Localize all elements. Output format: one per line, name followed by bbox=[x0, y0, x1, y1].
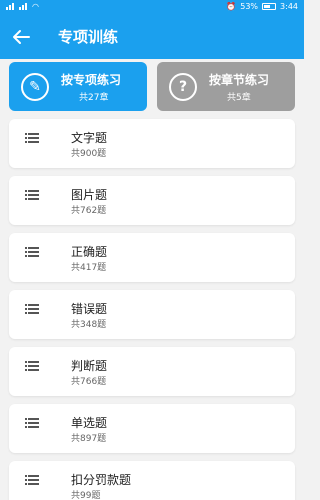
wifi-icon: ◠ bbox=[32, 2, 39, 11]
list-icon bbox=[25, 304, 39, 314]
signal-indicators: ◠ bbox=[6, 2, 39, 11]
list-item[interactable]: 正确题 共417题 bbox=[9, 233, 295, 282]
item-title: 判断题 bbox=[71, 359, 108, 373]
item-title: 错误题 bbox=[71, 302, 108, 316]
list-item[interactable]: 单选题 共897题 bbox=[9, 404, 295, 453]
list-item[interactable]: 文字题 共900题 bbox=[9, 119, 295, 168]
list-item[interactable]: 错误题 共348题 bbox=[9, 290, 295, 339]
item-count: 共417题 bbox=[71, 263, 107, 273]
item-title: 正确题 bbox=[71, 245, 108, 259]
status-right: ⏰ 53% 3:44 bbox=[226, 2, 298, 11]
practice-by-topic-button[interactable]: ✎ 按专项练习 共27章 bbox=[9, 62, 147, 111]
item-count: 共766题 bbox=[71, 377, 107, 387]
mode-label: 按章节练习 bbox=[209, 73, 270, 87]
list-icon bbox=[25, 361, 39, 371]
status-bar: ◠ ⏰ 53% 3:44 bbox=[0, 0, 304, 14]
list-item[interactable]: 扣分罚款题 共99题 bbox=[9, 461, 295, 500]
list-icon bbox=[25, 475, 39, 485]
back-arrow-icon[interactable] bbox=[10, 26, 32, 48]
question-circle-icon: ? bbox=[169, 73, 197, 101]
mode-label: 按专项练习 bbox=[61, 73, 122, 87]
clock: 3:44 bbox=[280, 2, 298, 11]
item-count: 共762题 bbox=[71, 206, 107, 216]
item-title: 单选题 bbox=[71, 416, 108, 430]
list-item[interactable]: 判断题 共766题 bbox=[9, 347, 295, 396]
signal-icon bbox=[6, 2, 16, 10]
battery-icon bbox=[262, 3, 277, 10]
item-title: 扣分罚款题 bbox=[71, 473, 132, 487]
list-icon bbox=[25, 247, 39, 257]
item-title: 文字题 bbox=[71, 131, 108, 145]
item-count: 共897题 bbox=[71, 434, 107, 444]
app-bar: 专项训练 bbox=[0, 14, 304, 59]
battery-percent: 53% bbox=[240, 2, 259, 11]
mode-count: 共5章 bbox=[227, 93, 251, 103]
list-icon bbox=[25, 190, 39, 200]
list-icon bbox=[25, 418, 39, 428]
practice-by-chapter-button[interactable]: ? 按章节练习 共5章 bbox=[157, 62, 295, 111]
mode-count: 共27章 bbox=[79, 93, 109, 103]
page-title: 专项训练 bbox=[58, 28, 119, 46]
alarm-icon: ⏰ bbox=[226, 2, 237, 11]
pencil-circle-icon: ✎ bbox=[21, 73, 49, 101]
item-title: 图片题 bbox=[71, 188, 108, 202]
item-count: 共900题 bbox=[71, 149, 107, 159]
list-icon bbox=[25, 133, 39, 143]
signal-icon-2 bbox=[19, 2, 29, 10]
list-item[interactable]: 图片题 共762题 bbox=[9, 176, 295, 225]
item-count: 共99题 bbox=[71, 491, 101, 500]
item-count: 共348题 bbox=[71, 320, 107, 330]
question-category-list: 文字题 共900题 图片题 共762题 正确题 共417题 错误题 共348题 … bbox=[9, 119, 295, 500]
